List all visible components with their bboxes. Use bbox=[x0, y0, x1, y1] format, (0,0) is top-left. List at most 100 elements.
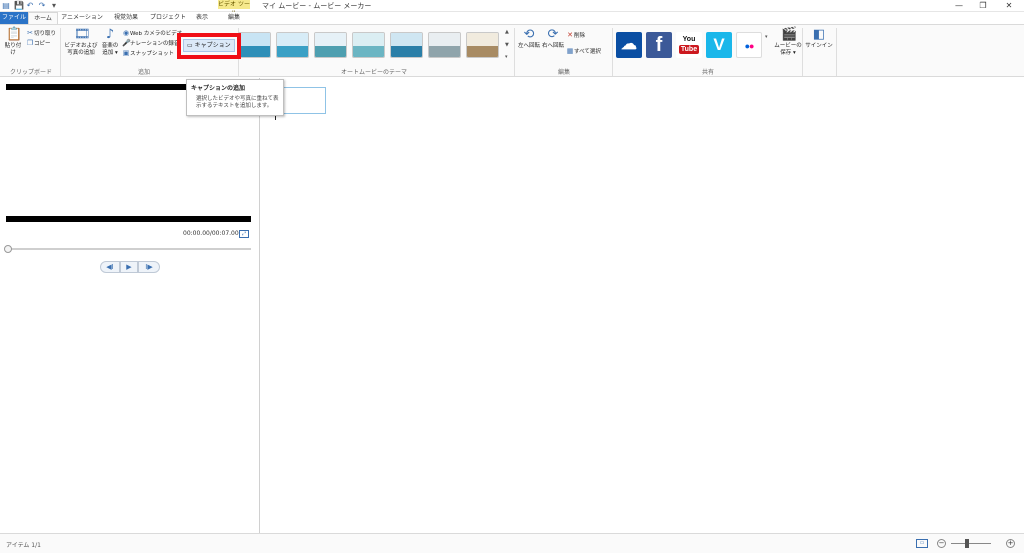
flickr-icon[interactable]: ●● bbox=[736, 32, 762, 58]
tooltip-description: 選択したビデオや写真に重ねて表示するテキストを追加します。 bbox=[196, 96, 279, 109]
copy-button[interactable]: ❐コピー bbox=[26, 39, 51, 48]
share-gallery-more-icon[interactable]: ▾ bbox=[765, 33, 768, 42]
video-tools-context-label: ビデオ ツール bbox=[218, 0, 250, 17]
music-note-icon: ♪ bbox=[105, 27, 115, 42]
webcam-video-button[interactable]: ◉Web カメラのビデオ bbox=[122, 29, 182, 38]
close-button[interactable]: ✕ bbox=[994, 0, 1024, 11]
flickr-pink-dot: ● bbox=[749, 41, 755, 51]
status-bar: アイテム 1/1 ▭ − + bbox=[0, 533, 1024, 553]
caption-tooltip: キャプションの追加 選択したビデオや写真に重ねて表示するテキストを追加します。 bbox=[186, 79, 284, 116]
scissors-icon: ✂ bbox=[27, 29, 33, 37]
save-movie-button[interactable]: 🎬 ムービーの保存 ▾ bbox=[774, 28, 802, 57]
previous-frame-button[interactable]: ◀I bbox=[100, 261, 120, 273]
vimeo-icon[interactable]: V bbox=[706, 32, 732, 58]
record-narration-button[interactable]: 🎤ナレーションの録音 bbox=[122, 39, 179, 48]
copy-label: コピー bbox=[34, 41, 51, 47]
add-videos-photos-button[interactable]: 🎞 ビデオおよび写真の追加 bbox=[64, 28, 98, 57]
paste-label: 貼り付け bbox=[4, 43, 22, 56]
tab-home[interactable]: ホーム bbox=[28, 12, 58, 24]
tab-project[interactable]: プロジェクト bbox=[148, 12, 188, 24]
caption-highlight-box bbox=[177, 33, 241, 59]
auto-theme-5[interactable] bbox=[390, 32, 423, 58]
narration-label: ナレーションの録音 bbox=[130, 41, 180, 47]
delete-x-icon: ✕ bbox=[567, 31, 573, 39]
aspect-ratio-icon[interactable]: ▭ bbox=[916, 539, 928, 548]
theme-scroll-up-icon[interactable]: ▲ bbox=[505, 28, 509, 37]
seek-bar[interactable] bbox=[6, 248, 251, 250]
auto-theme-3[interactable] bbox=[314, 32, 347, 58]
delete-label: 削除 bbox=[574, 33, 586, 39]
microphone-icon: 🎤 bbox=[122, 39, 131, 47]
cut-label: 切り取り bbox=[34, 31, 57, 37]
snapshot-label: スナップショット bbox=[130, 51, 175, 57]
zoom-in-button[interactable]: + bbox=[1006, 539, 1015, 548]
tab-animations[interactable]: アニメーション bbox=[60, 12, 104, 24]
tooltip-title: キャプションの追加 bbox=[191, 85, 246, 92]
sign-in-icon: ◧ bbox=[812, 27, 826, 42]
fullscreen-icon[interactable]: ⤢ bbox=[239, 230, 249, 238]
youtube-icon[interactable]: You Tube bbox=[676, 32, 702, 58]
auto-theme-4[interactable] bbox=[352, 32, 385, 58]
timecode: 00:00.00/00:07.00 bbox=[183, 230, 239, 237]
sign-in-button[interactable]: ◧ サインイン bbox=[805, 28, 833, 50]
auto-theme-2[interactable] bbox=[276, 32, 309, 58]
rotate-left-button[interactable]: ⟲ 左へ回転 bbox=[518, 28, 540, 50]
tab-visual-effects[interactable]: 視覚効果 bbox=[106, 12, 146, 24]
select-all-label: すべて選択 bbox=[574, 49, 601, 55]
auto-theme-7[interactable] bbox=[466, 32, 499, 58]
select-all-icon: ▦ bbox=[566, 47, 574, 55]
app-menu-icon[interactable]: ▤ bbox=[2, 2, 10, 10]
redo-icon[interactable]: ↷ bbox=[38, 2, 46, 10]
undo-icon[interactable]: ↶ bbox=[26, 2, 34, 10]
ribbon-separator bbox=[60, 28, 61, 76]
tab-view[interactable]: 表示 bbox=[190, 12, 214, 24]
youtube-tube-text: Tube bbox=[678, 45, 700, 54]
film-photo-icon: 🎞 bbox=[74, 27, 91, 42]
tab-file[interactable]: ファイル bbox=[0, 12, 28, 24]
rotate-right-button[interactable]: ⟳ 右へ回転 bbox=[542, 28, 564, 50]
rotate-left-label: 左へ回転 bbox=[518, 43, 541, 49]
save-icon[interactable]: 💾 bbox=[14, 2, 24, 10]
snapshot-button[interactable]: ▣スナップショット bbox=[122, 49, 174, 58]
ribbon-separator bbox=[514, 28, 515, 76]
next-frame-button[interactable]: I▶ bbox=[138, 261, 160, 273]
preview-panel: 00:00.00/00:07.00 ⤢ ◀I ▶ I▶ bbox=[0, 78, 260, 533]
group-label-clipboard: クリップボード bbox=[9, 69, 52, 76]
paste-button[interactable]: 📋 貼り付け bbox=[3, 28, 23, 57]
group-label-editing: 編集 bbox=[557, 69, 570, 76]
ribbon-separator bbox=[612, 28, 613, 76]
quick-access-dropdown-icon[interactable]: ▾ bbox=[50, 2, 58, 10]
ribbon-separator bbox=[836, 28, 837, 76]
group-label-auto-themes: オートムービーのテーマ bbox=[340, 69, 407, 76]
delete-button[interactable]: ✕削除 bbox=[566, 31, 585, 40]
ribbon: 📋 貼り付け ✂切り取り ❐コピー クリップボード 🎞 ビデオおよび写真の追加 … bbox=[0, 24, 1024, 77]
cut-button[interactable]: ✂切り取り bbox=[26, 29, 56, 38]
copy-icon: ❐ bbox=[26, 39, 34, 47]
storyboard[interactable] bbox=[261, 78, 1024, 533]
ribbon-separator bbox=[802, 28, 803, 76]
youtube-you-text: You bbox=[682, 36, 696, 43]
webcam-label: Web カメラのビデオ bbox=[130, 31, 183, 37]
play-button[interactable]: ▶ bbox=[120, 261, 138, 273]
add-music-button[interactable]: ♪ 音楽の追加 ▾ bbox=[100, 28, 120, 57]
snapshot-icon: ▣ bbox=[122, 49, 130, 57]
save-movie-icon: 🎬 bbox=[781, 27, 798, 42]
theme-gallery-more-icon[interactable]: ▾ bbox=[505, 53, 508, 62]
auto-theme-1[interactable] bbox=[238, 32, 271, 58]
seek-thumb[interactable] bbox=[4, 245, 12, 253]
webcam-icon: ◉ bbox=[122, 29, 130, 37]
group-label-add: 追加 bbox=[137, 69, 150, 76]
zoom-slider-track[interactable] bbox=[951, 543, 991, 544]
item-count: アイテム 1/1 bbox=[6, 542, 41, 549]
zoom-slider-thumb[interactable] bbox=[965, 539, 970, 548]
zoom-out-button[interactable]: − bbox=[937, 539, 946, 548]
auto-theme-6[interactable] bbox=[428, 32, 461, 58]
select-all-button[interactable]: ▦すべて選択 bbox=[566, 47, 601, 56]
add-videos-photos-label: ビデオおよび写真の追加 bbox=[64, 43, 98, 56]
onedrive-icon[interactable]: ☁ bbox=[616, 32, 642, 58]
group-label-share: 共有 bbox=[701, 69, 714, 76]
tab-edit[interactable]: 編集 bbox=[220, 12, 248, 24]
theme-scroll-down-icon[interactable]: ▼ bbox=[505, 41, 509, 50]
facebook-icon[interactable]: f bbox=[646, 32, 672, 58]
rotate-left-icon: ⟲ bbox=[523, 27, 535, 42]
